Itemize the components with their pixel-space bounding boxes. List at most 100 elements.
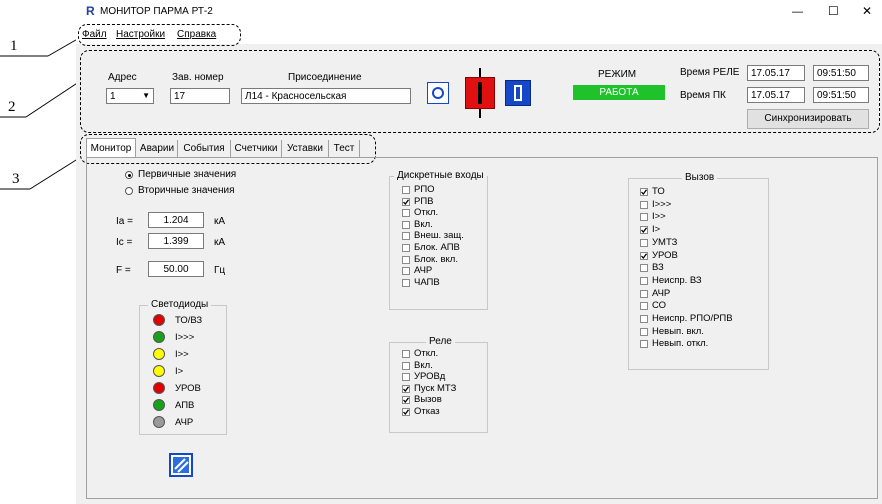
minimize-button[interactable]: — <box>792 6 803 18</box>
ic-label: Ic = <box>116 237 133 248</box>
call-label: УМТЗ <box>652 236 678 248</box>
discrete-input-checkbox[interactable] <box>402 232 410 241</box>
tab-alarms[interactable]: Аварии <box>137 140 178 158</box>
chevron-down-icon: ▼ <box>142 91 150 100</box>
secondary-radio[interactable] <box>125 187 133 195</box>
discrete-input-checkbox[interactable] <box>402 197 410 206</box>
call-checkbox[interactable] <box>640 289 648 298</box>
ic-field: 1.399 <box>148 233 204 249</box>
call-label: УРОВ <box>652 249 678 261</box>
address-value: 1 <box>110 91 116 102</box>
f-field: 50.00 <box>148 261 204 277</box>
relay-time-label: Время РЕЛЕ <box>680 67 740 78</box>
discrete-input-checkbox[interactable] <box>402 244 410 252</box>
relay-label: УРОВд <box>414 371 446 383</box>
breaker-state-icon <box>461 68 499 118</box>
leds-title: Светодиоды <box>148 299 212 310</box>
call-checkbox[interactable] <box>640 251 648 260</box>
led-label: I> <box>175 366 184 377</box>
relay-label: Вкл. <box>414 359 433 371</box>
call-checkbox[interactable] <box>640 340 648 349</box>
primary-label: Первичные значения <box>138 169 237 180</box>
mode-status-badge: РАБОТА <box>573 85 665 100</box>
serial-field[interactable]: 17 <box>170 88 230 104</box>
call-checkbox[interactable] <box>640 327 648 336</box>
bar-icon <box>514 85 522 101</box>
call-checkbox[interactable] <box>640 200 648 209</box>
call-checkbox[interactable] <box>640 264 648 273</box>
call-checkbox[interactable] <box>640 238 648 247</box>
pc-time-label: Время ПК <box>680 90 726 101</box>
ia-field: 1.204 <box>148 212 204 228</box>
discrete-input-checkbox[interactable] <box>402 186 410 194</box>
sync-button[interactable]: Синхронизировать <box>747 109 869 129</box>
discrete-input-label: Блок. АПВ <box>414 242 460 253</box>
relay-label: Вызов <box>414 394 442 406</box>
relay-checkbox[interactable] <box>402 408 410 416</box>
connection-field[interactable]: Л14 - Красносельская <box>241 88 411 104</box>
callout-3: 3 <box>12 171 20 187</box>
relay-checkbox[interactable] <box>402 361 410 370</box>
tab-events[interactable]: События <box>178 140 231 158</box>
open-breaker-button[interactable] <box>427 82 449 104</box>
call-checkbox[interactable] <box>640 302 648 311</box>
call-title: Вызов <box>682 172 718 183</box>
discrete-input-checkbox[interactable] <box>402 255 410 264</box>
relay-checkbox[interactable] <box>402 396 410 405</box>
relay-label: Пуск МТЗ <box>414 382 457 394</box>
close-button[interactable]: ✕ <box>862 5 872 17</box>
discrete-input-checkbox[interactable] <box>402 278 410 287</box>
discrete-input-label: Внеш. защ. <box>414 230 464 242</box>
discrete-input-checkbox[interactable] <box>402 220 410 229</box>
call-checkbox[interactable] <box>640 315 648 323</box>
f-label: F = <box>116 265 131 276</box>
mode-label: РЕЖИМ <box>598 69 637 80</box>
led-label: УРОВ <box>175 383 201 394</box>
call-label: Неиспр. ВЗ <box>652 274 702 286</box>
title-bar: R МОНИТОР ПАРМА РТ-2 — ☐ ✕ <box>76 0 882 26</box>
relay-date-field[interactable]: 17.05.17 <box>747 65 805 81</box>
tab-counters[interactable]: Счетчики <box>231 140 282 158</box>
pc-time-field[interactable]: 09:51:50 <box>813 87 869 103</box>
call-checkbox[interactable] <box>640 276 648 285</box>
call-label: I> <box>652 224 661 236</box>
discrete-input-label: ЧАПВ <box>414 276 440 288</box>
relay-checkbox[interactable] <box>402 384 410 393</box>
discrete-inputs-title: Дискретные входы <box>394 170 487 181</box>
callout-2: 2 <box>8 99 16 115</box>
discrete-input-label: РПВ <box>414 195 434 207</box>
primary-radio[interactable] <box>125 171 133 179</box>
tab-test[interactable]: Тест <box>329 140 360 158</box>
callout-box-menu <box>78 24 241 46</box>
call-label: СО <box>652 300 667 312</box>
led-label: I>>> <box>175 332 195 343</box>
reset-button[interactable] <box>169 453 193 477</box>
relay-checkbox[interactable] <box>402 373 410 382</box>
call-label: I>>> <box>652 198 672 210</box>
relay-checkbox[interactable] <box>402 350 410 358</box>
address-select[interactable]: 1 ▼ <box>106 88 154 104</box>
call-checkbox[interactable] <box>640 213 648 222</box>
call-label: I>> <box>652 211 666 223</box>
led-indicator <box>153 382 165 394</box>
led-label: АЧР <box>175 417 194 428</box>
call-checkbox[interactable] <box>640 226 648 235</box>
secondary-label: Вторичные значения <box>138 185 235 196</box>
circle-icon <box>432 87 444 99</box>
ia-unit: кА <box>214 216 226 227</box>
connection-label: Присоединение <box>288 72 362 83</box>
tab-settings[interactable]: Уставки <box>282 140 329 158</box>
discrete-input-checkbox[interactable] <box>402 209 410 218</box>
tab-monitor[interactable]: Монитор <box>86 140 136 158</box>
maximize-button[interactable]: ☐ <box>828 5 839 17</box>
pc-date-field[interactable]: 17.05.17 <box>747 87 805 103</box>
led-indicator <box>153 331 165 343</box>
discrete-input-label: АЧР <box>414 265 433 277</box>
ic-unit: кА <box>214 237 226 248</box>
close-breaker-button[interactable] <box>505 80 531 106</box>
relay-time-field[interactable]: 09:51:50 <box>813 65 869 81</box>
led-indicator <box>153 399 165 411</box>
call-label: Невып. вкл. <box>652 325 704 337</box>
call-checkbox[interactable] <box>640 188 648 196</box>
discrete-input-checkbox[interactable] <box>402 267 410 276</box>
